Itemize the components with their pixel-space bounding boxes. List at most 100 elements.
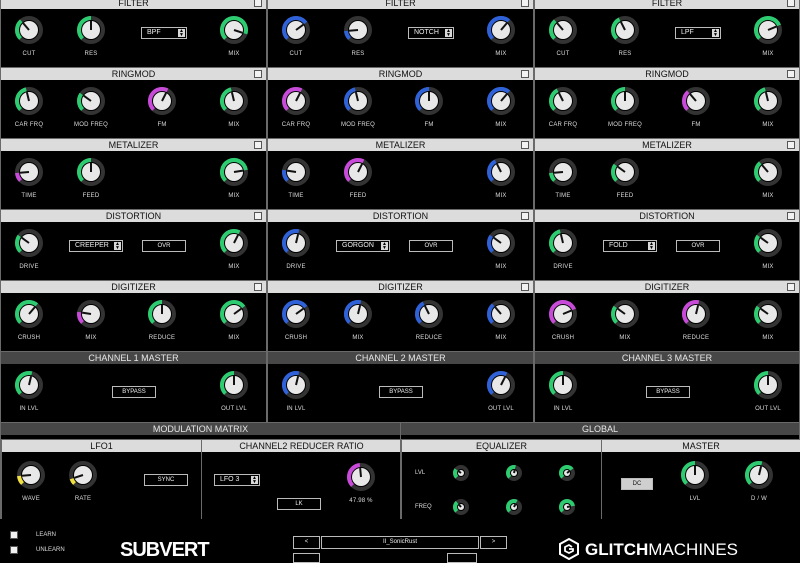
knob-dial[interactable]: [14, 86, 44, 116]
knob[interactable]: MIX: [610, 299, 640, 349]
knob-dial[interactable]: [753, 86, 783, 116]
knob[interactable]: MIX: [219, 299, 249, 349]
knob[interactable]: MIX: [486, 86, 516, 136]
knob-dial[interactable]: [548, 370, 578, 400]
knob-dial[interactable]: [16, 460, 46, 490]
ch3-bypass-button[interactable]: BYPASS: [646, 386, 690, 398]
knob[interactable]: IN LVL: [14, 370, 44, 420]
knob[interactable]: WAVE: [16, 460, 46, 510]
ch1-filter-type-select[interactable]: BPF▲ ▼: [141, 27, 187, 39]
knob-dial[interactable]: [452, 498, 470, 516]
knob-dial[interactable]: [219, 15, 249, 45]
knob[interactable]: RES: [76, 15, 106, 65]
knob-dial[interactable]: [14, 15, 44, 45]
knob[interactable]: CRUSH: [281, 299, 311, 349]
knob[interactable]: OUT LVL: [753, 370, 783, 420]
knob-dial[interactable]: [744, 460, 774, 490]
knob-dial[interactable]: [414, 299, 444, 329]
knob-dial[interactable]: [558, 464, 576, 482]
enable-toggle[interactable]: [787, 141, 795, 149]
knob-dial[interactable]: [343, 157, 373, 187]
knob[interactable]: MIX: [486, 15, 516, 65]
knob-dial[interactable]: [681, 86, 711, 116]
knob-dial[interactable]: [281, 228, 311, 258]
enable-toggle[interactable]: [254, 141, 262, 149]
knob[interactable]: MIX: [486, 299, 516, 349]
unlearn-checkbox[interactable]: [10, 546, 18, 554]
knob[interactable]: DRIVE: [281, 228, 311, 278]
enable-toggle[interactable]: [521, 0, 529, 7]
learn-checkbox[interactable]: [10, 531, 18, 539]
enable-toggle[interactable]: [787, 212, 795, 220]
knob[interactable]: IN LVL: [548, 370, 578, 420]
knob[interactable]: 47.98 %: [346, 462, 376, 512]
enable-toggle[interactable]: [521, 212, 529, 220]
knob-dial[interactable]: [14, 228, 44, 258]
knob-dial[interactable]: [753, 370, 783, 400]
ch2-distortion-type-select[interactable]: GORGON▲ ▼: [336, 240, 390, 252]
knob[interactable]: D / W: [744, 460, 774, 510]
knob-dial[interactable]: [753, 157, 783, 187]
knob-dial[interactable]: [486, 299, 516, 329]
knob[interactable]: REDUCE: [681, 299, 711, 349]
knob[interactable]: OUT LVL: [486, 370, 516, 420]
knob-dial[interactable]: [281, 86, 311, 116]
knob-dial[interactable]: [610, 86, 640, 116]
knob-dial[interactable]: [548, 228, 578, 258]
knob[interactable]: MIX: [753, 15, 783, 65]
knob-dial[interactable]: [346, 462, 376, 492]
knob-dial[interactable]: [753, 299, 783, 329]
knob[interactable]: DRIVE: [548, 228, 578, 278]
knob[interactable]: CAR FRQ: [14, 86, 44, 136]
knob[interactable]: REDUCE: [414, 299, 444, 349]
knob[interactable]: CUT: [281, 15, 311, 65]
knob[interactable]: RES: [610, 15, 640, 65]
knob-dial[interactable]: [414, 86, 444, 116]
dc-button[interactable]: DC: [621, 478, 653, 490]
knob-dial[interactable]: [76, 299, 106, 329]
knob-dial[interactable]: [219, 228, 249, 258]
knob-dial[interactable]: [610, 299, 640, 329]
ch2-bypass-button[interactable]: BYPASS: [379, 386, 423, 398]
preset-next-button[interactable]: >: [480, 536, 507, 549]
knob-dial[interactable]: [558, 498, 576, 516]
knob-dial[interactable]: [76, 157, 106, 187]
enable-toggle[interactable]: [254, 212, 262, 220]
ch2-ovr-button[interactable]: OVR: [409, 240, 453, 252]
preset-name-display[interactable]: II_SonicRust: [321, 536, 479, 549]
enable-toggle[interactable]: [521, 70, 529, 78]
knob[interactable]: MIX: [76, 299, 106, 349]
enable-toggle[interactable]: [787, 0, 795, 7]
knob-dial[interactable]: [14, 157, 44, 187]
knob-dial[interactable]: [486, 157, 516, 187]
knob[interactable]: MIX: [219, 228, 249, 278]
knob[interactable]: RES: [343, 15, 373, 65]
knob[interactable]: CAR FRQ: [281, 86, 311, 136]
knob-dial[interactable]: [753, 15, 783, 45]
ch1-ovr-button[interactable]: OVR: [142, 240, 186, 252]
knob-dial[interactable]: [486, 370, 516, 400]
ch1-bypass-button[interactable]: BYPASS: [112, 386, 156, 398]
knob[interactable]: OUT LVL: [219, 370, 249, 420]
knob-dial[interactable]: [548, 15, 578, 45]
knob[interactable]: REDUCE: [147, 299, 177, 349]
knob[interactable]: MIX: [219, 86, 249, 136]
enable-toggle[interactable]: [521, 283, 529, 291]
knob-dial[interactable]: [281, 299, 311, 329]
knob-dial[interactable]: [14, 299, 44, 329]
knob[interactable]: CAR FRQ: [548, 86, 578, 136]
knob-dial[interactable]: [680, 460, 710, 490]
knob-dial[interactable]: [281, 15, 311, 45]
knob-dial[interactable]: [753, 228, 783, 258]
knob-dial[interactable]: [548, 157, 578, 187]
knob[interactable]: FM: [681, 86, 711, 136]
knob-dial[interactable]: [548, 86, 578, 116]
knob[interactable]: FEED: [343, 157, 373, 207]
ch3-filter-type-select[interactable]: LPF▲ ▼: [675, 27, 721, 39]
knob[interactable]: TIME: [548, 157, 578, 207]
ch3-ovr-button[interactable]: OVR: [676, 240, 720, 252]
knob[interactable]: MIX: [753, 299, 783, 349]
knob-dial[interactable]: [486, 15, 516, 45]
preset-load-button[interactable]: [447, 553, 477, 563]
lfo-source-select[interactable]: LFO 3▲ ▼: [214, 474, 260, 486]
